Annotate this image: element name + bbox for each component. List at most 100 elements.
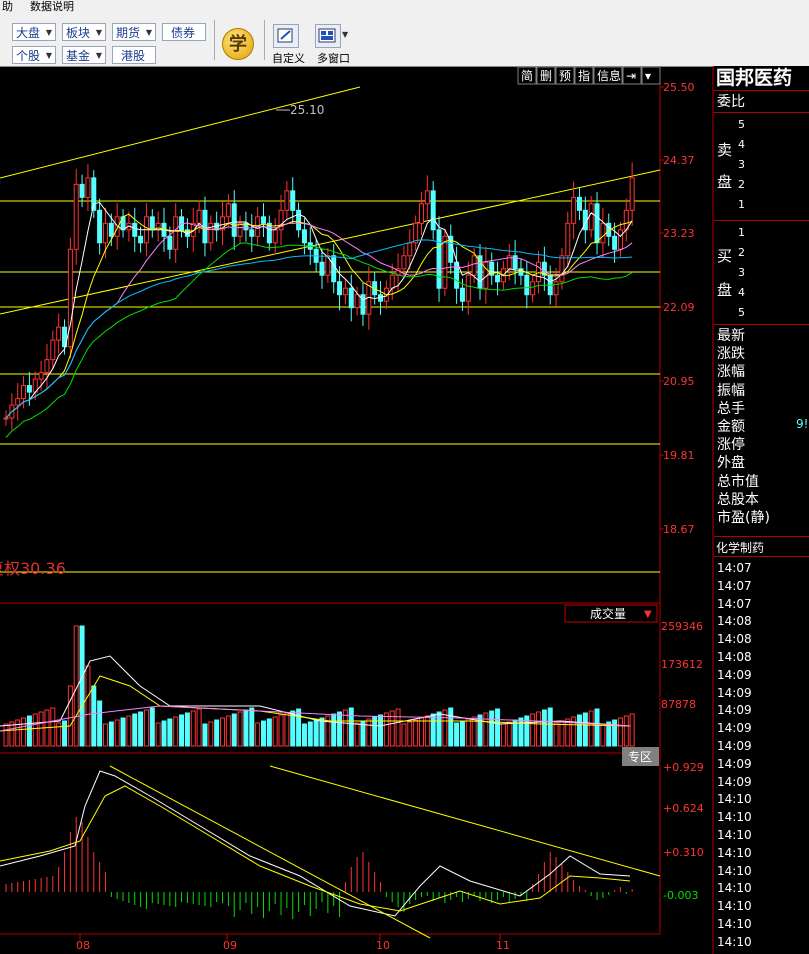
macd-trend-line xyxy=(269,765,661,877)
jijin-button[interactable]: 基金 ▼ xyxy=(62,46,106,64)
chart-toolbar-label[interactable]: 信息 xyxy=(597,68,621,83)
volume-bar xyxy=(249,707,255,747)
candle-body xyxy=(301,229,307,244)
candle-body xyxy=(401,255,407,270)
candle-body xyxy=(418,203,424,224)
volume-bar xyxy=(231,713,237,747)
chart-toolbar: 简删预指信息 ⇥ ▾ xyxy=(517,66,661,85)
sell-level: 3 xyxy=(738,158,745,171)
chart-toolbar-label[interactable]: ▾ xyxy=(645,69,651,83)
macd-tick-label: -0.003 xyxy=(663,889,698,902)
candle-body xyxy=(15,398,21,406)
industry-label[interactable]: 化学制药 xyxy=(716,539,764,556)
buy-level: 2 xyxy=(738,246,745,259)
volume-bar xyxy=(319,717,325,747)
volume-bar xyxy=(547,707,553,747)
date-axis: 08 09 10 11 xyxy=(76,934,510,952)
zhuanqu-label[interactable]: 专区 xyxy=(628,749,652,764)
candle-body xyxy=(319,261,325,276)
chart-toolbar-label[interactable]: 指 xyxy=(578,68,590,83)
volume-title: 成交量 xyxy=(590,606,626,621)
gegu-button[interactable]: 个股 ▼ xyxy=(12,46,56,64)
tick-time: 14:10 xyxy=(717,810,752,825)
tick-time: 14:10 xyxy=(717,934,752,949)
volume-bar xyxy=(331,713,337,747)
menu-help[interactable]: 助 xyxy=(2,0,13,13)
candle-body xyxy=(524,274,530,296)
candle-body xyxy=(471,255,477,276)
volume-bar xyxy=(512,719,518,747)
volume-bar xyxy=(255,722,261,747)
volume-bar xyxy=(97,700,103,747)
volume-bar xyxy=(576,714,582,747)
multiwindow-icon[interactable] xyxy=(315,24,341,48)
volume-bar xyxy=(483,712,489,747)
volume-bar xyxy=(114,719,120,747)
ganggu-button[interactable]: 港股 xyxy=(112,46,156,64)
chart-toolbar-label[interactable]: 预 xyxy=(559,69,571,83)
tick-time: 14:10 xyxy=(717,917,752,931)
candle-body xyxy=(260,216,266,224)
volume-bar xyxy=(337,711,343,747)
buy-label: 买 xyxy=(717,247,733,265)
quote-field-label: 金额 xyxy=(717,419,745,435)
candle-body xyxy=(348,287,354,309)
volume-bar xyxy=(307,721,313,747)
multiwindow-dropdown-icon[interactable]: ▼ xyxy=(342,30,348,39)
quote-panel: 国邦医药 委比 卖 盘 5 4 3 2 1 买 盘 1 2 3 4 5 最新 涨跌 涨幅 振幅 总手 金额… xyxy=(714,66,809,954)
volume-bar xyxy=(465,718,471,747)
volume-bar xyxy=(32,713,38,747)
peak-annotation: 25.10 xyxy=(290,103,324,117)
volume-bar xyxy=(220,717,226,747)
candle-body xyxy=(459,287,465,302)
tick-time: 14:10 xyxy=(717,792,752,807)
candle-body xyxy=(50,339,56,361)
volume-bar xyxy=(301,723,307,747)
candle-body xyxy=(612,235,618,250)
menu-data-description[interactable]: 数据说明 xyxy=(30,0,74,13)
zhaiquan-button[interactable]: 债券 xyxy=(162,23,206,41)
candle-body xyxy=(565,222,571,257)
kline-chart[interactable]: 简删预指信息⇥▾ 25.10 复权30.36 25.5024.3723.2322… xyxy=(0,66,809,954)
multiwindow-label[interactable]: 多窗口 xyxy=(317,50,350,66)
candle-body xyxy=(272,229,278,244)
learn-icon[interactable]: 学 xyxy=(222,28,254,60)
volume-bar xyxy=(500,723,506,747)
sell-level: 4 xyxy=(738,138,745,151)
tick-time: 14:09 xyxy=(717,774,752,789)
tick-time: 14:09 xyxy=(717,756,752,771)
toolbar: 大盘 ▼ 板块 ▼ 期货 ▼ 债券 个股 ▼ 基金 ▼ 港股 学 自定义 ▼ 多窗口 xyxy=(0,14,809,67)
tick-time: 14:07 xyxy=(717,596,752,611)
tick-time: 14:10 xyxy=(717,863,752,878)
volume-bar xyxy=(149,707,155,747)
volume-bar xyxy=(143,709,149,747)
custom-label[interactable]: 自定义 xyxy=(272,50,305,66)
custom-icon[interactable] xyxy=(273,24,299,48)
candle-body xyxy=(202,209,208,244)
volume-bar xyxy=(313,719,319,747)
dapan-button[interactable]: 大盘 ▼ xyxy=(12,23,56,41)
volume-bar xyxy=(208,721,214,747)
volume-tick-label: 173612 xyxy=(661,658,703,671)
quote-field-label: 涨跌 xyxy=(717,346,745,363)
qihuo-button[interactable]: 期货 ▼ xyxy=(112,23,156,41)
chart-toolbar-label[interactable]: 简 xyxy=(521,69,533,83)
candle-body xyxy=(38,372,44,380)
volume-bar xyxy=(225,715,231,747)
macd-tick-label: +0.624 xyxy=(663,802,704,815)
volume-dropdown-icon[interactable]: ▼ xyxy=(644,609,652,620)
volume-bar xyxy=(272,716,278,747)
candle-body xyxy=(536,261,542,283)
candle-body xyxy=(102,222,108,244)
chart-toolbar-label[interactable]: 删 xyxy=(540,69,552,83)
volume-tick-label: 259346 xyxy=(661,620,703,633)
candle-body xyxy=(79,183,85,198)
volume-bar xyxy=(190,710,196,747)
volume-bar xyxy=(530,713,536,747)
volume-bar xyxy=(296,708,302,747)
chart-toolbar-label[interactable]: ⇥ xyxy=(626,69,636,83)
bankuai-button[interactable]: 板块 ▼ xyxy=(62,23,106,41)
candle-body xyxy=(149,216,155,231)
sell-level: 2 xyxy=(738,178,745,191)
candle-body xyxy=(26,385,32,393)
